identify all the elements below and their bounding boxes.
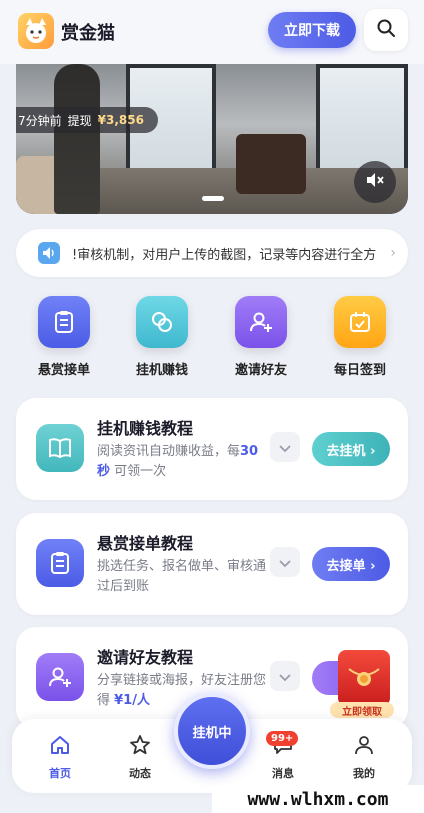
banner-photo-chair [236, 134, 306, 194]
nav-label: 首页 [49, 767, 71, 780]
quick-action-idle[interactable]: 挂机赚钱 [122, 296, 202, 378]
notice-bar[interactable]: !审核机制，对用户上传的截图，记录等内容进行全方 › [16, 229, 408, 277]
toast-action: 提现 [67, 113, 92, 128]
toast-amount: ¥3,856 [97, 113, 144, 127]
add-user-icon [235, 296, 287, 348]
nav-feed[interactable]: 动态 [110, 733, 170, 781]
coins-icon [136, 296, 188, 348]
quick-action-bounty[interactable]: 悬赏接单 [24, 296, 104, 378]
chevron-right-icon: › [390, 245, 396, 261]
envelope-claim-label: 立即领取 [330, 702, 394, 718]
quick-action-checkin[interactable]: 每日签到 [320, 296, 400, 378]
nav-label: 消息 [272, 767, 294, 780]
expand-button[interactable] [270, 547, 300, 577]
nav-label: 动态 [129, 767, 151, 780]
quick-action-label: 邀请好友 [234, 363, 287, 378]
tutorial-card-bounty: 悬赏接单教程 挑选任务、报名做单、审核通过后到账 去接单 › [16, 513, 408, 615]
message-count-badge: 99+ [266, 731, 299, 746]
home-icon [30, 733, 90, 757]
tutorial-description: 阅读资讯自动赚收益，每30 秒 可领一次 [97, 444, 259, 479]
calendar-check-icon [334, 296, 386, 348]
app-header: 赏金猫 立即下载 [0, 0, 424, 64]
app-title: 赏金猫 [61, 23, 115, 44]
red-envelope-icon [338, 650, 390, 706]
search-icon [376, 18, 396, 42]
banner-photo-person [54, 64, 100, 214]
chevron-down-icon [279, 667, 291, 686]
speaker-icon [38, 242, 60, 264]
clipboard-icon [38, 296, 90, 348]
promo-banner[interactable]: 7分钟前 提现 ¥3,856 [16, 64, 408, 214]
watermark: www.wlhxm.com [212, 785, 424, 813]
tutorial-card-idle: 挂机赚钱教程 阅读资讯自动赚收益，每30 秒 可领一次 去挂机 › [16, 398, 408, 500]
search-button[interactable] [364, 9, 408, 51]
nav-label: 我的 [353, 767, 375, 780]
quick-action-label: 悬赏接单 [37, 363, 90, 378]
book-icon [36, 424, 84, 472]
chevron-down-icon [279, 438, 291, 457]
tutorial-title: 挂机赚钱教程 [97, 419, 194, 438]
go-bounty-button[interactable]: 去接单 › [312, 547, 390, 581]
quick-action-invite[interactable]: 邀请好友 [221, 296, 301, 378]
user-icon [334, 733, 394, 757]
toast-time: 7分钟前 [18, 113, 62, 128]
idle-mode-button[interactable]: 挂机中 [174, 693, 250, 769]
tutorial-description: 挑选任务、报名做单、审核通过后到账 [97, 559, 267, 594]
red-envelope-float[interactable]: 立即领取 [330, 650, 394, 718]
nav-profile[interactable]: 我的 [334, 733, 394, 781]
add-user-icon [36, 653, 84, 701]
expand-button[interactable] [270, 432, 300, 462]
withdraw-toast: 7分钟前 提现 ¥3,856 [16, 107, 158, 133]
mute-button[interactable] [354, 161, 396, 203]
go-idle-button[interactable]: 去挂机 › [312, 432, 390, 466]
mute-icon [365, 171, 385, 193]
expand-button[interactable] [270, 661, 300, 691]
chevron-down-icon [279, 553, 291, 572]
nav-home[interactable]: 首页 [30, 733, 90, 781]
quick-actions: 悬赏接单 挂机赚钱 邀请好友 每日签到 [16, 296, 408, 386]
quick-action-label: 每日签到 [333, 363, 386, 378]
cat-logo-icon [18, 13, 54, 49]
clipboard-icon [36, 539, 84, 587]
tutorial-title: 邀请好友教程 [97, 648, 194, 667]
star-icon [110, 733, 170, 757]
notice-text: !审核机制，对用户上传的截图，记录等内容进行全方 [72, 247, 377, 263]
carousel-indicator[interactable] [202, 196, 224, 201]
download-button[interactable]: 立即下载 [268, 12, 356, 48]
tutorial-title: 悬赏接单教程 [97, 534, 194, 553]
quick-action-label: 挂机赚钱 [135, 363, 188, 378]
